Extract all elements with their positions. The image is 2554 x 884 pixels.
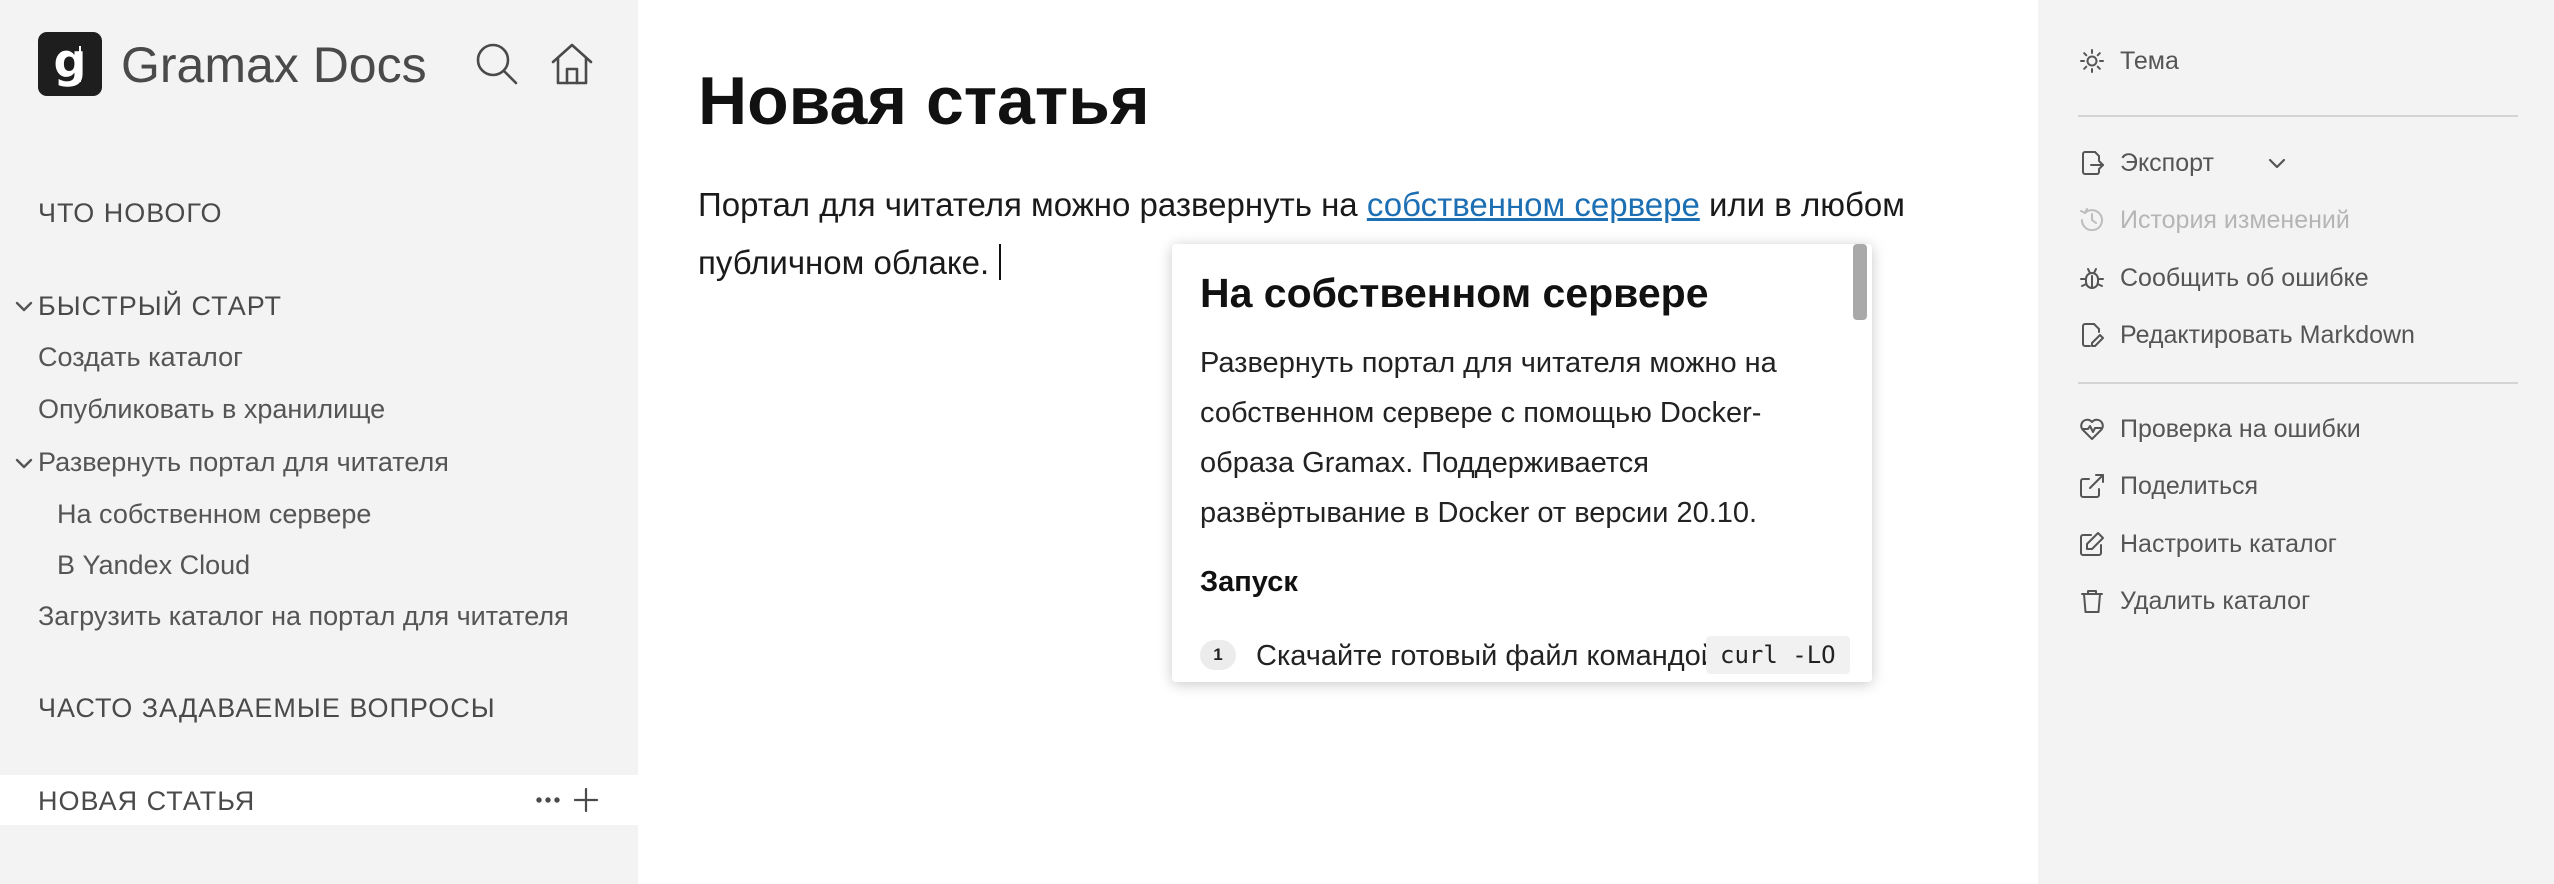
inline-code: curl -LO [1706, 636, 1850, 674]
configure-catalog-label: Настроить каталог [2120, 530, 2337, 558]
edit-icon [2078, 530, 2106, 558]
file-edit-icon [2078, 321, 2106, 349]
more-options-icon[interactable] [532, 784, 564, 816]
chevron-down-icon[interactable] [14, 454, 34, 474]
preview-subheading: Запуск [1200, 566, 1298, 598]
app-logo[interactable]: g [38, 32, 102, 96]
heart-pulse-icon [2078, 415, 2106, 443]
sidebar-item-yandex-cloud[interactable]: В Yandex Cloud [57, 550, 250, 581]
search-icon[interactable] [473, 40, 521, 88]
link-preview-popup[interactable]: На собственном сервере Развернуть портал… [1172, 244, 1872, 682]
step-text: Скачайте готовый файл командой [1256, 640, 1717, 672]
check-errors-label: Проверка на ошибки [2120, 415, 2361, 443]
preview-step: 1 Скачайте готовый файл командой curl -L… [1200, 636, 1850, 682]
export-label: Экспорт [2120, 149, 2214, 177]
sidebar-item-upload-catalog[interactable]: Загрузить каталог на портал для читателя [38, 601, 569, 632]
theme-label: Тема [2120, 47, 2179, 75]
export-icon [2078, 149, 2106, 177]
bug-icon [2078, 264, 2106, 292]
article-title[interactable]: Новая статья [698, 62, 1150, 140]
chevron-down-icon [2266, 152, 2288, 174]
preview-text: Развернуть портал для читателя можно на … [1200, 347, 1777, 529]
popup-scrollbar[interactable] [1853, 244, 1867, 320]
delete-catalog-label: Удалить каталог [2120, 587, 2311, 615]
share-label: Поделиться [2120, 472, 2259, 500]
trash-icon [2078, 587, 2106, 615]
sidebar-item-publish-storage[interactable]: Опубликовать в хранилище [38, 394, 385, 425]
logo-letter: g [53, 34, 87, 88]
history-label: История изменений [2120, 206, 2350, 234]
sidebar-item-new-article[interactable]: НОВАЯ СТАТЬЯ [0, 775, 638, 825]
home-icon[interactable] [548, 40, 596, 88]
history-icon [2078, 206, 2106, 234]
divider [2078, 115, 2518, 117]
app-title[interactable]: Gramax Docs [121, 34, 427, 96]
sidebar-item-own-server[interactable]: На собственном сервере [57, 499, 371, 530]
text-cursor [999, 244, 1002, 280]
own-server-link[interactable]: собственном сервере [1367, 186, 1700, 223]
report-error-label: Сообщить об ошибке [2120, 264, 2369, 292]
edit-markdown-label: Редактировать Markdown [2120, 321, 2415, 349]
right-panel: Тема Экспорт История изменений Сообщить … [2038, 0, 2554, 884]
divider [2078, 382, 2518, 384]
step-number-badge: 1 [1200, 640, 1236, 670]
preview-title: На собственном сервере [1200, 270, 1709, 316]
nav-section-faq[interactable]: ЧАСТО ЗАДАВАЕМЫЕ ВОПРОСЫ [38, 693, 496, 724]
sidebar-item-deploy-portal[interactable]: Развернуть портал для читателя [38, 447, 449, 478]
chevron-down-icon[interactable] [14, 297, 34, 317]
nav-section-whats-new[interactable]: ЧТО НОВОГО [38, 198, 223, 229]
sidebar-item-create-catalog[interactable]: Создать каталог [38, 342, 243, 373]
nav-section-quick-start[interactable]: БЫСТРЫЙ СТАРТ [38, 291, 282, 322]
sidebar-item-label: НОВАЯ СТАТЬЯ [38, 786, 256, 816]
share-icon [2078, 472, 2106, 500]
logo-cursor-mark [79, 46, 81, 82]
left-sidebar: g Gramax Docs ЧТО НОВОГО БЫСТРЫЙ СТАРТ С… [0, 0, 638, 884]
sun-icon [2078, 47, 2106, 75]
article-text: Портал для читателя можно развернуть на [698, 186, 1367, 223]
add-icon[interactable] [570, 784, 602, 816]
